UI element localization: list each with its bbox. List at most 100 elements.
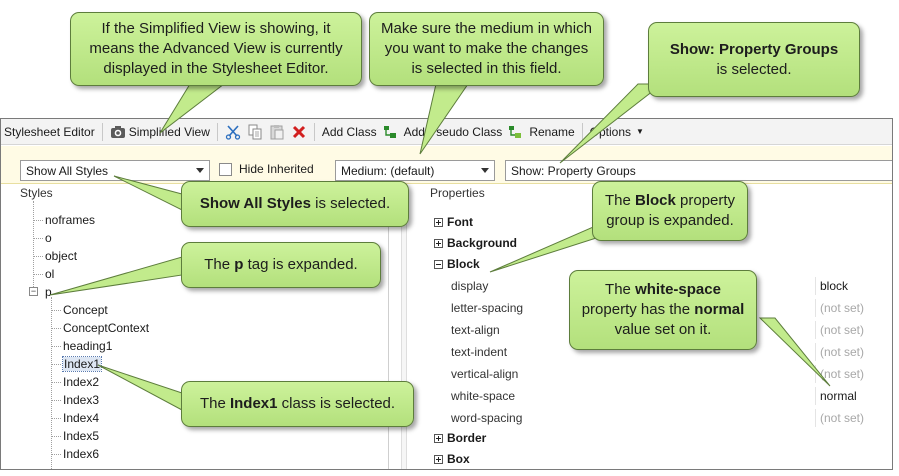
add-class-label: Add Class [321,124,377,139]
tree-item[interactable]: object [45,247,77,265]
callout-text: The Index1 class is selected. [200,394,395,414]
tree-line [51,436,61,437]
tree-item[interactable]: Index5 [63,427,99,445]
property-group-border[interactable]: Border [434,429,486,447]
tree-item-label: Index2 [63,375,100,389]
tree-item-label: Index1 [61,356,103,372]
property-group-background[interactable]: Background [434,234,517,252]
property-value[interactable]: block [815,277,891,295]
expand-icon[interactable] [434,433,443,443]
group-label: Border [447,431,487,445]
property-value[interactable]: (not set) [815,365,891,383]
toolbar: Stylesheet Editor Simplified View Add Cl… [1,119,892,145]
delete-x-icon [291,124,307,140]
tree-item[interactable]: Index6 [63,445,99,463]
pane-splitter[interactable] [401,184,407,469]
tree-item[interactable]: ol [45,265,54,283]
tree-item[interactable]: ConceptContext [63,319,149,337]
callout-bold: Show: Property Groups [669,40,839,58]
hide-inherited-toggle[interactable]: Hide Inherited [219,162,314,176]
camera-icon [110,124,126,140]
hide-inherited-label: Hide Inherited [239,162,314,176]
stylesheet-editor-window: Stylesheet Editor Simplified View Add Cl… [0,118,893,470]
filter-bar: Show All Styles Hide Inherited Medium: (… [1,146,892,184]
callout-bold: Block [634,192,676,209]
tree-item-label: Index6 [63,447,100,461]
callout-text: The Block property group is expanded. [603,191,737,231]
cut-button[interactable] [222,121,244,143]
expand-icon[interactable] [434,454,443,464]
tree-item-label: o [45,231,52,245]
add-pseudo-class-button[interactable]: Add Pseudo Class [401,121,527,143]
callout-bold: Show All Styles [199,195,311,212]
tree-line [51,400,61,401]
tree-item-label: heading1 [63,339,113,353]
callout-white-space: The white-space property has the normal … [569,270,757,350]
group-label: Block [447,257,480,271]
editor-title-text: Stylesheet Editor [4,124,95,139]
editor-title: Stylesheet Editor [1,121,98,143]
tree-item[interactable]: heading1 [63,337,112,355]
tree-item[interactable]: noframes [45,211,95,229]
tree-item-selected[interactable]: Index1 [61,355,103,373]
copy-icon [247,124,263,140]
callout-rest: value set on it. [614,321,712,338]
collapse-icon[interactable] [434,259,443,269]
tree-item[interactable]: Index2 [63,373,99,391]
copy-button[interactable] [244,121,266,143]
callout-show-all-styles: Show All Styles is selected. [181,181,409,227]
options-menu-button[interactable]: Options ▼ [587,121,647,143]
simplified-view-button[interactable]: Simplified View [107,121,213,143]
property-value[interactable]: normal [815,387,891,405]
property-value[interactable]: (not set) [815,343,891,361]
hide-inherited-checkbox[interactable] [219,162,232,176]
group-label: Font [447,215,473,229]
medium-dropdown[interactable]: Medium: (default) [335,160,495,181]
tree-item[interactable]: Concept [63,301,108,319]
property-group-font[interactable]: Font [434,213,473,231]
callout-p-tag: The p tag is expanded. [181,242,381,288]
tree-line [51,418,61,419]
tree-line [33,201,34,289]
property-name: display [451,279,489,293]
tree-item[interactable]: o [45,229,52,247]
callout-pre: The [605,281,631,298]
show-groups-dropdown[interactable]: Show: Property Groups [505,160,892,181]
expand-icon[interactable] [434,238,443,248]
callout-pre: The [604,192,631,209]
tree-item[interactable]: Index3 [63,391,99,409]
expand-icon[interactable] [434,217,443,227]
add-pseudo-class-icon [507,124,523,140]
show-styles-dropdown[interactable]: Show All Styles [20,160,210,181]
callout-mid: property has the [581,301,691,318]
property-group-box[interactable]: Box [434,450,470,468]
callout-property-groups: Show: Property Groups is selected. [648,22,860,97]
rename-button[interactable]: Rename [526,121,577,143]
property-value[interactable]: (not set) [815,409,891,427]
tree-line [51,454,61,455]
callout-text: If the Simplified View is showing, it me… [89,20,343,77]
callout-text: The p tag is expanded. [204,255,357,275]
toolbar-divider [216,122,218,141]
tree-line [51,364,61,365]
callout-bold: normal [694,301,745,318]
group-label: Background [447,236,518,250]
callout-bold: white-space [635,281,721,298]
property-name: text-indent [451,345,508,359]
property-group-block[interactable]: Block [434,255,480,273]
paste-button[interactable] [266,121,288,143]
tree-line [33,238,43,239]
tree-item[interactable]: Index4 [63,409,99,427]
tree-item-label: Index4 [63,411,100,425]
property-value[interactable]: (not set) [815,299,891,317]
scissors-icon [225,124,241,140]
property-name: letter-spacing [451,301,524,315]
callout-text: Show: Property Groups is selected. [670,40,838,80]
property-value[interactable]: (not set) [815,321,891,339]
tree-line [33,256,43,257]
tree-item-label: Index3 [63,393,100,407]
add-class-button[interactable]: Add Class [319,121,401,143]
delete-button[interactable] [288,121,310,143]
tree-item-label: Index5 [63,429,100,443]
collapse-icon[interactable]: − [29,287,38,296]
